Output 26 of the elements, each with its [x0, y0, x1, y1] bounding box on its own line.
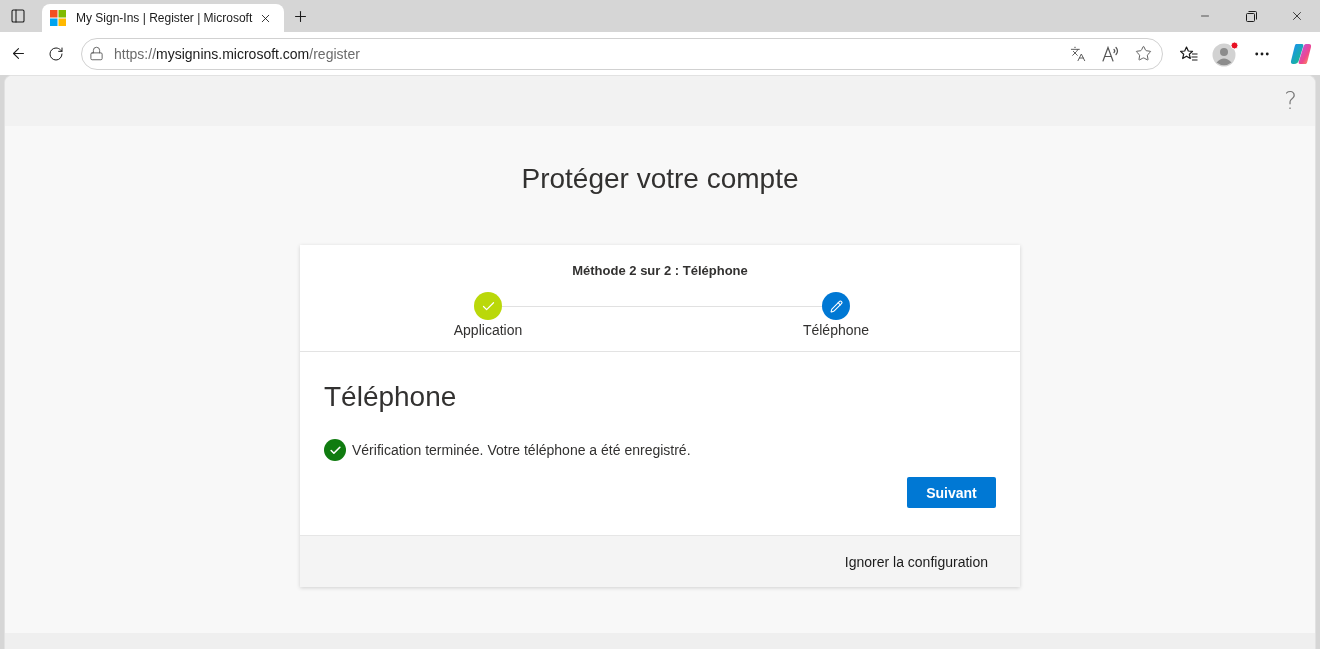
back-icon[interactable]	[10, 45, 27, 62]
help-button[interactable]: ?	[1280, 86, 1301, 116]
next-button[interactable]: Suivant	[907, 477, 996, 508]
refresh-icon[interactable]	[48, 45, 64, 62]
star-icon[interactable]	[1135, 45, 1152, 62]
sidebar-icon[interactable]	[10, 8, 26, 24]
logo-icon[interactable]	[1290, 42, 1312, 65]
skip-setup-link[interactable]: Ignorer la configuration	[844, 553, 988, 570]
address-bar[interactable]: https://mysignins.microsoft.com/register	[81, 37, 1163, 70]
squares-logo-icon	[50, 10, 66, 26]
lock-icon[interactable]	[89, 46, 104, 61]
section-heading: Téléphone	[324, 380, 458, 414]
profile-avatar-icon[interactable]	[1212, 40, 1239, 67]
favorites-icon[interactable]	[1180, 45, 1198, 62]
progress-text: Méthode 2 sur 2 : Téléphone	[572, 262, 748, 280]
step-label: Application	[453, 321, 523, 339]
restore-icon[interactable]	[1245, 10, 1257, 22]
translate-icon[interactable]	[1070, 45, 1086, 62]
status-message: Vérification terminée. Votre téléphone a été enregistré.	[352, 442, 691, 458]
close-icon[interactable]	[1290, 9, 1304, 23]
step-label: Téléphone	[802, 321, 870, 339]
page-title: Protéger votre compte	[521, 162, 799, 196]
url-text[interactable]: https://mysignins.microsoft.com/register	[114, 45, 360, 62]
check-circle-icon	[324, 439, 346, 461]
browser-tab[interactable]: My Sign-Ins | Register | Microsoft	[42, 4, 284, 32]
read-aloud-icon[interactable]	[1102, 45, 1119, 62]
